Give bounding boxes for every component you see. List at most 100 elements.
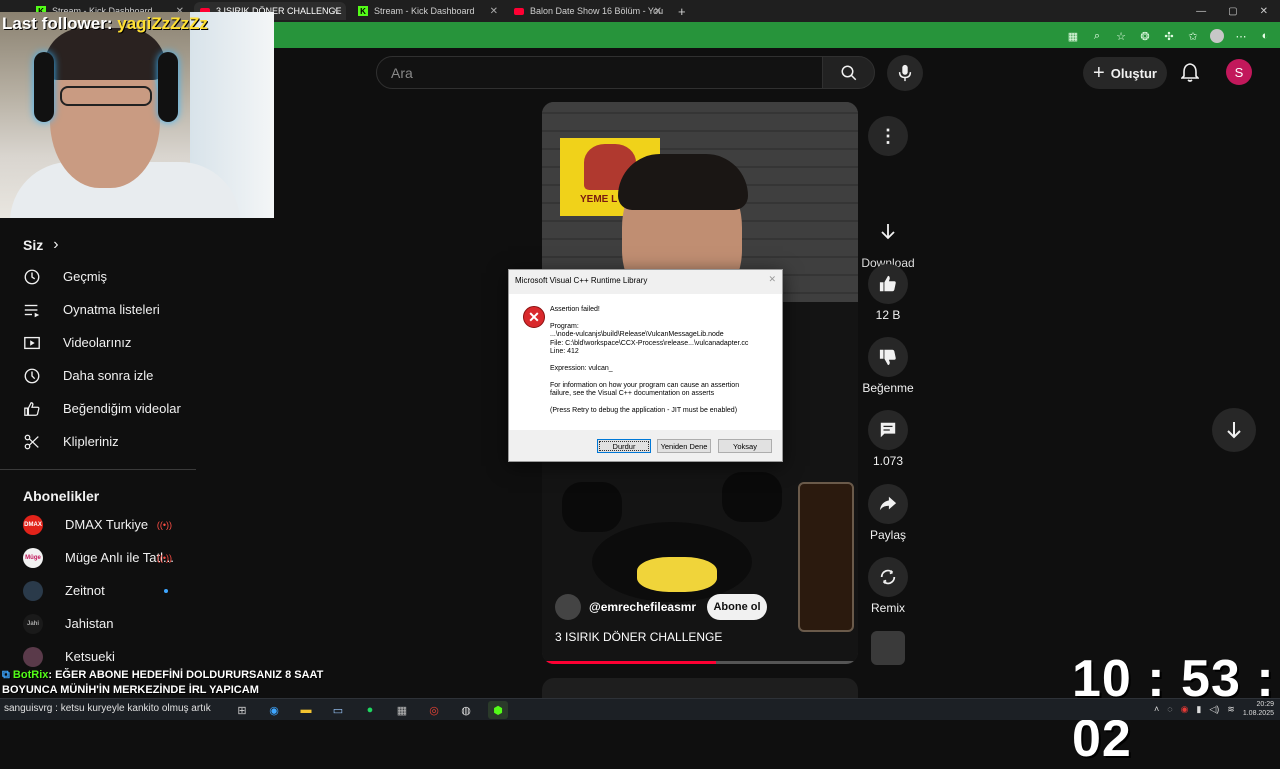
more-vertical-icon: ⋮	[879, 125, 897, 146]
sidebar-item-history[interactable]: Geçmiş	[0, 260, 196, 293]
chevron-up-icon[interactable]: ˄	[1154, 704, 1159, 714]
youtube-icon	[514, 7, 524, 15]
kick-icon: K	[358, 6, 368, 16]
subscription-zeitnot[interactable]: Zeitnot	[0, 574, 196, 607]
ignore-button[interactable]: Yoksay	[718, 439, 772, 453]
file-explorer-icon[interactable]: ▬	[296, 701, 316, 719]
dialog-close-button[interactable]: ✕	[768, 274, 776, 285]
audio-source-thumbnail[interactable]	[871, 631, 905, 665]
voice-search-button[interactable]	[887, 55, 923, 91]
channel-name[interactable]: @emrechefileasmr	[589, 600, 696, 614]
channel-avatar: Müge	[23, 547, 43, 568]
remix-icon	[868, 557, 908, 597]
clips-icon	[23, 433, 41, 451]
network-icon[interactable]: ◌	[1167, 704, 1172, 714]
tab-label: Balon Date Show 16 Bölüm - You	[530, 6, 664, 16]
sidebar-item-label: Daha sonra izle	[63, 368, 154, 383]
tab-balon-date-show[interactable]: Balon Date Show 16 Bölüm - You ✕	[508, 2, 668, 20]
close-tab-icon[interactable]: ✕	[332, 6, 340, 17]
chat-ticker: sanguisvrg : ketsu kuryeyle kankito olmu…	[4, 703, 211, 714]
favorites-icon[interactable]: ✩	[1186, 30, 1200, 43]
bell-icon	[1181, 63, 1199, 82]
next-short-button[interactable]	[1212, 408, 1256, 452]
close-tab-icon[interactable]: ✕	[490, 6, 498, 17]
maximize-button[interactable]: ▢	[1228, 6, 1237, 17]
short-title[interactable]: 3 ISIRIK DÖNER CHALLENGE	[555, 630, 722, 644]
zoom-icon[interactable]: ⌕	[1090, 30, 1104, 43]
profile-icon[interactable]	[1210, 29, 1224, 43]
live-indicator-icon: ((•))	[156, 552, 172, 563]
new-tab-button[interactable]: +	[672, 2, 692, 20]
bookmark-star-icon[interactable]: ☆	[1114, 30, 1128, 43]
minimize-button[interactable]: —	[1196, 6, 1206, 17]
dialog-title: Microsoft Visual C++ Runtime Library	[515, 276, 648, 285]
calculator-icon[interactable]: ▦	[392, 701, 412, 719]
next-short-preview[interactable]	[542, 678, 858, 698]
sidebar-item-your-videos[interactable]: Videolarınız	[0, 326, 196, 359]
antivirus-icon[interactable]: ◉	[1181, 704, 1189, 715]
retry-button[interactable]: Yeniden Dene	[657, 439, 711, 453]
search-button[interactable]	[822, 56, 875, 89]
edge-icon[interactable]: ◉	[264, 701, 284, 719]
subscriptions-heading[interactable]: Abonelikler	[23, 488, 99, 504]
dialog-info: For information on how your program can …	[550, 381, 740, 398]
subscription-dmax-turkiye[interactable]: DMAX DMAX Turkiye ((•))	[0, 508, 196, 541]
channel-avatar[interactable]	[555, 594, 581, 620]
volume-icon[interactable]: ◁)	[1209, 704, 1219, 715]
your-videos-icon	[23, 334, 41, 352]
history-icon	[23, 268, 41, 286]
abort-button[interactable]: Durdur	[597, 439, 651, 453]
subscription-label: Jahistan	[65, 616, 114, 631]
sidebar-item-liked-videos[interactable]: Beğendiğim videolar	[0, 392, 196, 425]
you-section-heading[interactable]: Siz ›	[23, 236, 59, 254]
taskbar-apps: ⊞ ◉ ▬ ▭ ● ▦ ◎ ◍ ⬢	[232, 701, 508, 719]
monitor-icon[interactable]: ▭	[328, 701, 348, 719]
obs-icon[interactable]: ◍	[456, 701, 476, 719]
chrome-icon[interactable]: ◎	[424, 701, 444, 719]
more-options-button[interactable]: ⋮	[868, 116, 908, 156]
apps-icon[interactable]: ▦	[1066, 30, 1080, 43]
dialog-heading: Assertion failed!	[550, 306, 600, 313]
create-button[interactable]: + Oluştur	[1083, 57, 1167, 89]
comments-button[interactable]: 1.073	[848, 410, 928, 468]
like-button[interactable]: 12 B	[848, 264, 928, 322]
copilot-icon[interactable]: ◐	[1258, 30, 1272, 42]
runtime-error-dialog: Microsoft Visual C++ Runtime Library ✕ ✕…	[508, 269, 783, 462]
subscribe-button[interactable]: Abone ol	[707, 594, 767, 620]
extension-puzzle-icon[interactable]: ✣	[1162, 30, 1176, 43]
tab-kick-dashboard-2[interactable]: K Stream - Kick Dashboard ✕	[352, 2, 504, 20]
account-avatar[interactable]: S	[1226, 59, 1252, 85]
search-input[interactable]: Ara	[376, 56, 823, 89]
sidebar-item-label: Oynatma listeleri	[63, 302, 160, 317]
task-view-icon[interactable]: ⊞	[232, 701, 252, 719]
download-button[interactable]: Download	[848, 212, 928, 270]
system-tray: ˄ ◌ ◉ ▮ ◁) ≋ 20:29 1.08.2025	[1154, 700, 1274, 718]
headset-icon	[34, 52, 54, 122]
menu-dots-icon[interactable]: ⋯	[1234, 30, 1248, 43]
subscription-muge-anli[interactable]: Müge Müge Anlı ile Tatl... ((•))	[0, 541, 196, 574]
share-button[interactable]: Paylaş	[848, 484, 928, 542]
sidebar-item-watch-later[interactable]: Daha sonra izle	[0, 359, 196, 392]
remix-button[interactable]: Remix	[848, 557, 928, 615]
close-tab-icon[interactable]: ✕	[654, 6, 662, 17]
wifi-icon[interactable]: ≋	[1227, 704, 1235, 715]
subscription-label: DMAX Turkiye	[65, 517, 149, 532]
sidebar-item-playlists[interactable]: Oynatma listeleri	[0, 293, 196, 326]
extensions-icon[interactable]: ❂	[1138, 30, 1152, 43]
kick-app-icon[interactable]: ⬢	[488, 701, 508, 719]
close-window-button[interactable]: ✕	[1260, 6, 1268, 17]
progress-bar[interactable]	[542, 661, 858, 664]
tab-label: Stream - Kick Dashboard	[374, 6, 475, 16]
dialog-expression: Expression: vulcan_	[550, 364, 613, 372]
stream-chat-message: ⧉ BotRix: EĞER ABONE HEDEFİNİ DOLDURURSA…	[2, 668, 372, 698]
spotify-icon[interactable]: ●	[360, 701, 380, 719]
tray-clock[interactable]: 20:29 1.08.2025	[1243, 700, 1274, 718]
create-label: Oluştur	[1110, 65, 1157, 81]
dislike-button[interactable]: Beğenme	[848, 337, 928, 395]
subscription-jahistan[interactable]: Jahi Jahistan	[0, 607, 196, 640]
channel-avatar	[23, 580, 43, 601]
notifications-button[interactable]	[1178, 60, 1202, 86]
sidebar-item-clips[interactable]: Klipleriniz	[0, 425, 196, 458]
mic-tray-icon[interactable]: ▮	[1196, 704, 1201, 715]
liked-videos-icon	[23, 400, 41, 418]
